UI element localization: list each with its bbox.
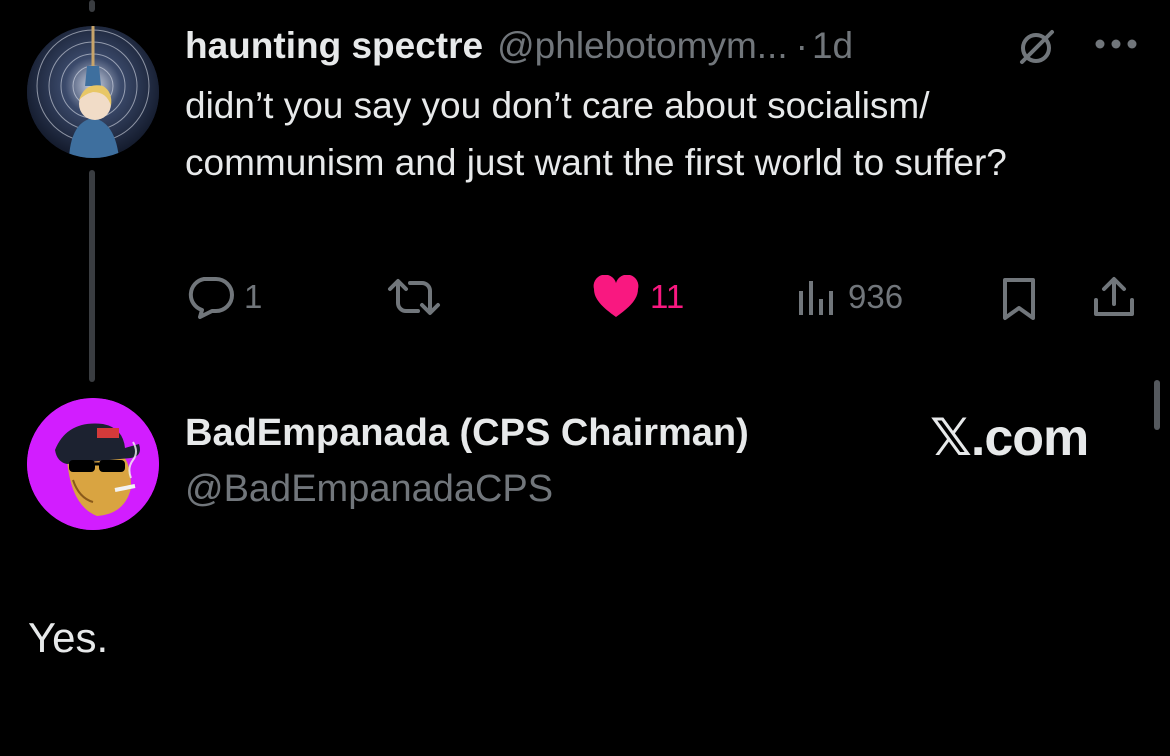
views-button[interactable]: 936 xyxy=(796,272,903,322)
grok-icon[interactable] xyxy=(1014,26,1060,68)
share-button[interactable] xyxy=(1090,272,1138,322)
timestamp[interactable]: 1d xyxy=(812,25,853,67)
tweet-text: didn’t you say you don’t care about soci… xyxy=(185,85,1007,183)
thread-line-top xyxy=(89,0,95,12)
heart-icon xyxy=(593,275,639,317)
avatar-badempanada[interactable] xyxy=(27,398,159,530)
retweet-icon xyxy=(388,279,440,315)
share-icon xyxy=(1094,277,1134,316)
views-count: 936 xyxy=(848,278,904,315)
like-count: 11 xyxy=(650,278,685,315)
views-icon xyxy=(799,281,833,315)
x-com-watermark: 𝕏.com xyxy=(930,409,1089,467)
like-button[interactable]: 11 xyxy=(592,272,684,322)
avatar-haunting-spectre[interactable] xyxy=(27,26,159,158)
reply-user-handle[interactable]: @BadEmpanadaCPS xyxy=(185,468,553,511)
user-handle[interactable]: @phlebotomym... xyxy=(497,25,788,67)
more-icon[interactable] xyxy=(1092,30,1140,58)
reply-tweet-text: Yes. xyxy=(28,614,109,661)
separator-dot: · xyxy=(795,25,808,66)
retweet-button[interactable] xyxy=(386,272,452,322)
scrollbar[interactable] xyxy=(1154,380,1160,430)
bookmark-button[interactable] xyxy=(996,274,1042,324)
tweet-header: haunting spectre @phlebotomym... · 1d xyxy=(185,22,853,70)
display-name[interactable]: haunting spectre xyxy=(185,25,483,67)
reply-display-name[interactable]: BadEmpanada (CPS Chairman) xyxy=(185,412,749,455)
thread-line xyxy=(89,170,95,382)
bookmark-icon xyxy=(1003,278,1035,320)
reply-icon xyxy=(188,277,234,319)
reply-button[interactable]: 1 xyxy=(186,272,262,322)
reply-count: 1 xyxy=(244,278,263,315)
